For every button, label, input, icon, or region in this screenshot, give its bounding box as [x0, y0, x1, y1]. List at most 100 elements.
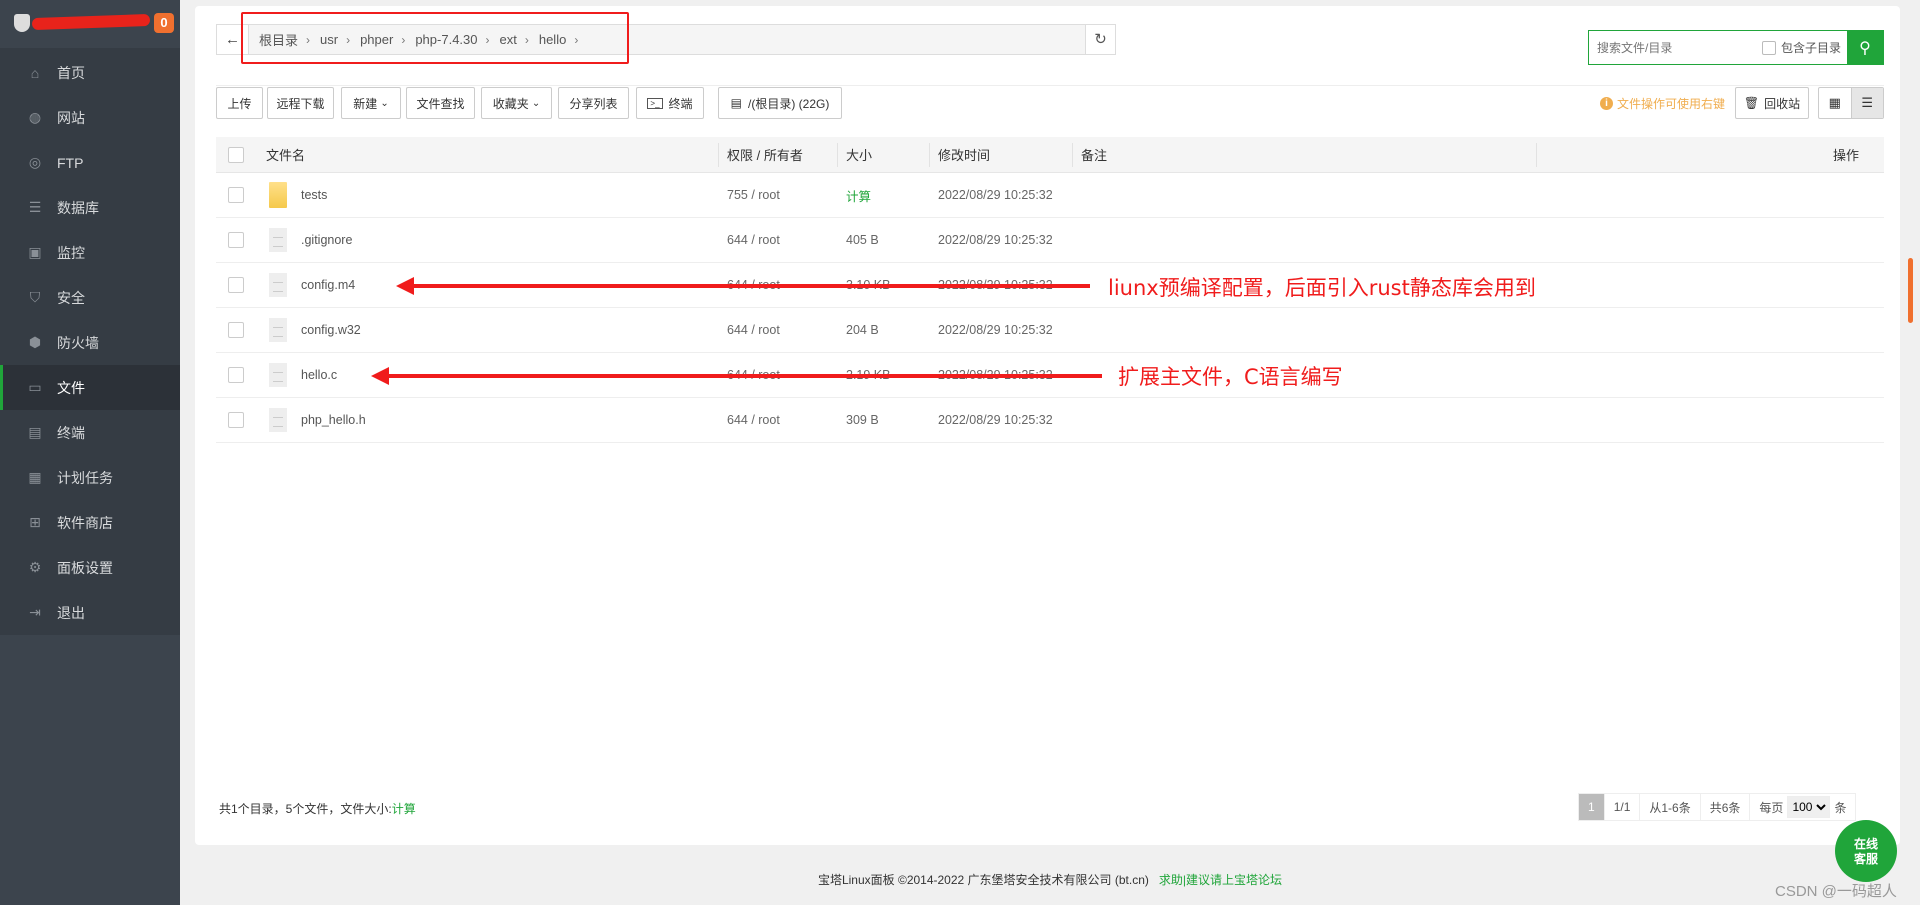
pagination: 1 1/1 从1-6条 共6条 每页 100 条	[1578, 793, 1857, 821]
file-find-button[interactable]: 文件查找	[406, 87, 475, 119]
list-view-icon[interactable]: ☰	[1850, 88, 1883, 118]
select-all-checkbox[interactable]	[228, 146, 244, 163]
per-page-label: 每页	[1759, 800, 1784, 815]
calc-size-link[interactable]: 计算	[392, 802, 416, 816]
file-name[interactable]: php_hello.h	[301, 413, 366, 427]
logout-icon: ⇥	[29, 604, 41, 620]
row-checkbox[interactable]	[228, 277, 244, 293]
file-size: 405 B	[846, 233, 879, 247]
sidebar-item-label: FTP	[57, 154, 84, 171]
file-perm[interactable]: 755 / root	[727, 173, 780, 217]
info-icon: i	[1600, 97, 1613, 110]
file-name[interactable]: tests	[301, 188, 327, 202]
per-page-select[interactable]: 100	[1787, 796, 1831, 818]
sidebar-item-6[interactable]: ⬢ 防火墙	[0, 320, 180, 365]
folder-icon	[269, 182, 287, 208]
divider	[216, 85, 1884, 86]
include-subdir-label: 包含子目录	[1780, 41, 1841, 55]
summary-text: 共1个目录，5个文件，文件大小:	[219, 802, 392, 816]
file-perm[interactable]: 644 / root	[727, 218, 780, 262]
row-checkbox[interactable]	[228, 412, 244, 428]
terminal-button[interactable]: >_ 终端	[636, 87, 704, 119]
sidebar-item-2[interactable]: ◎ FTP	[0, 140, 180, 185]
sidebar-item-10[interactable]: ⊞ 软件商店	[0, 500, 180, 545]
disk-icon: ▤	[730, 96, 742, 110]
new-label: 新建	[353, 96, 378, 111]
row-checkbox[interactable]	[228, 187, 244, 203]
sidebar-item-label: 终端	[57, 424, 85, 441]
copyright: 宝塔Linux面板 ©2014-2022 广东堡塔安全技术有限公司 (bt.cn…	[817, 873, 1149, 887]
sidebar-item-0[interactable]: ⌂ 首页	[0, 50, 180, 95]
row-checkbox[interactable]	[228, 232, 244, 248]
right-click-tip: i 文件操作可使用右键	[1600, 95, 1725, 112]
header-perm[interactable]: 权限 / 所有者	[727, 137, 803, 172]
help-forum-link[interactable]: 求助|建议请上宝塔论坛	[1159, 873, 1282, 887]
watermark: CSDN @一码超人	[1775, 883, 1897, 900]
folder-icon: ▭	[28, 379, 42, 395]
table-row[interactable]: tests 755 / root 计算 2022/08/29 10:25:32	[216, 173, 1884, 218]
include-subdir-checkbox[interactable]: 包含子目录	[1761, 39, 1841, 56]
disk-button[interactable]: ▤ /(根目录) (22G)	[718, 87, 842, 119]
sidebar-item-9[interactable]: ▦ 计划任务	[0, 455, 180, 500]
table-row[interactable]: .gitignore 644 / root 405 B 2022/08/29 1…	[216, 218, 1884, 263]
file-size: 309 B	[846, 413, 879, 427]
sidebar-item-7[interactable]: ▭ 文件	[0, 365, 180, 410]
file-icon	[269, 408, 287, 432]
scrollbar-thumb[interactable]	[1908, 258, 1913, 323]
sidebar-item-3[interactable]: ☰ 数据库	[0, 185, 180, 230]
recycle-bin-button[interactable]: 🗑 回收站	[1735, 87, 1809, 119]
file-perm[interactable]: 644 / root	[727, 398, 780, 442]
grid-view-icon[interactable]: ▦	[1819, 88, 1851, 118]
sidebar-item-1[interactable]: ◍ 网站	[0, 95, 180, 140]
file-icon	[269, 363, 287, 387]
file-name[interactable]: config.w32	[301, 323, 361, 337]
logo-shield-icon	[14, 14, 30, 32]
sidebar-nav: ⌂ 首页 ◍ 网站 ◎ FTP ☰ 数据库 ▣ 监控 ⛉ 安全 ⬢ 防火墙 ▭ 文件 ▤ 终端 ▦ 计划任务 ⊞ 软件商店…	[0, 48, 180, 635]
file-size: 204 B	[846, 323, 879, 337]
page-current[interactable]: 1	[1579, 794, 1605, 820]
header-name[interactable]: 文件名	[266, 137, 305, 172]
header-size[interactable]: 大小	[846, 137, 872, 172]
table-header: 文件名 权限 / 所有者 大小 修改时间 备注 操作	[216, 137, 1884, 173]
sidebar-item-8[interactable]: ▤ 终端	[0, 410, 180, 455]
calendar-icon: ▦	[28, 469, 42, 485]
sidebar-item-label: 软件商店	[57, 514, 113, 531]
firewall-icon: ⬢	[28, 334, 42, 350]
share-list-button[interactable]: 分享列表	[558, 87, 629, 119]
header-mtime[interactable]: 修改时间	[938, 137, 990, 172]
upload-button[interactable]: 上传	[216, 87, 263, 119]
disk-label: /(根目录) (22G)	[748, 96, 830, 111]
row-checkbox[interactable]	[228, 367, 244, 383]
favorites-label: 收藏夹	[492, 96, 529, 111]
notification-badge[interactable]: 0	[154, 13, 174, 33]
redacted-username	[31, 13, 151, 31]
sidebar-item-label: 数据库	[57, 199, 99, 216]
remote-download-button[interactable]: 远程下载	[267, 87, 334, 119]
file-icon	[269, 318, 287, 342]
file-perm[interactable]: 644 / root	[727, 308, 780, 352]
sidebar-item-5[interactable]: ⛉ 安全	[0, 275, 180, 320]
page-total: 共6条	[1701, 794, 1751, 820]
table-row[interactable]: config.w32 644 / root 204 B 2022/08/29 1…	[216, 308, 1884, 353]
page-count: 1/1	[1605, 794, 1641, 820]
row-checkbox[interactable]	[228, 322, 244, 338]
view-toggle: ▦ ☰	[1818, 87, 1884, 119]
monitor-icon: ▣	[28, 244, 42, 260]
table-row[interactable]: php_hello.h 644 / root 309 B 2022/08/29 …	[216, 398, 1884, 443]
sidebar-item-4[interactable]: ▣ 监控	[0, 230, 180, 275]
annotation-arrow	[396, 277, 1090, 295]
terminal-label: 终端	[668, 96, 693, 111]
file-name[interactable]: .gitignore	[301, 233, 352, 247]
recycle-label: 回收站	[1764, 96, 1801, 111]
file-name[interactable]: hello.c	[301, 368, 337, 382]
refresh-icon[interactable]: ↻	[1085, 25, 1115, 54]
new-button[interactable]: 新建 ⌄	[341, 87, 401, 119]
favorites-button[interactable]: 收藏夹 ⌄	[481, 87, 552, 119]
file-name[interactable]: config.m4	[301, 278, 355, 292]
search-input[interactable]	[1589, 31, 1762, 64]
sidebar-item-12[interactable]: ⇥ 退出	[0, 590, 180, 635]
sidebar-item-11[interactable]: ⚙ 面板设置	[0, 545, 180, 590]
online-support-button[interactable]: 在线 客服	[1835, 820, 1897, 882]
file-size[interactable]: 计算	[846, 173, 871, 217]
search-icon[interactable]: ⚲	[1847, 31, 1883, 64]
